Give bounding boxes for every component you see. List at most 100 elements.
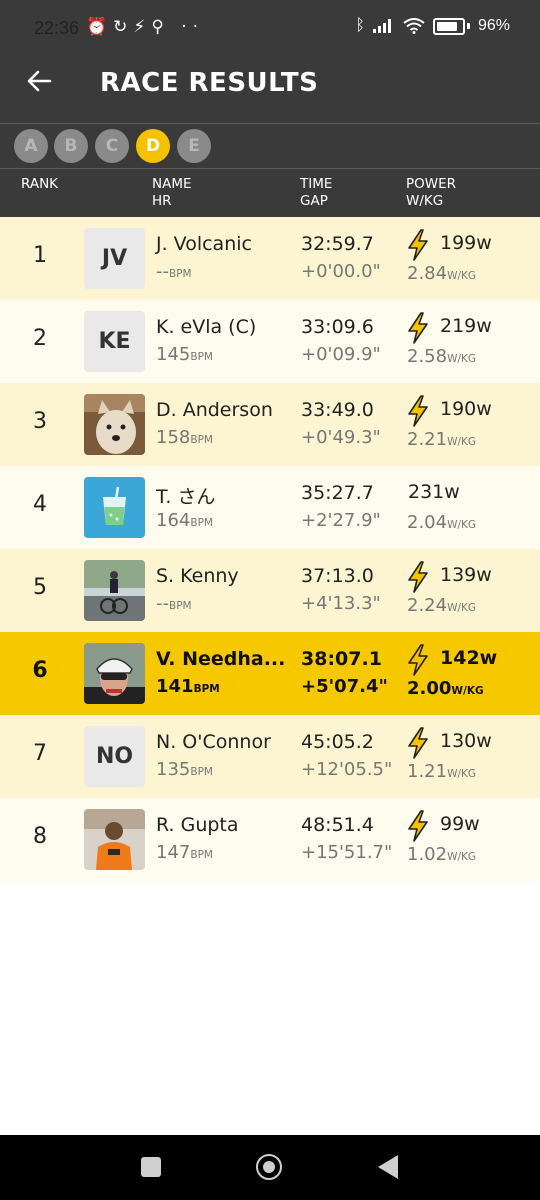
status-time: 22:36 xyxy=(34,18,80,38)
app-bar: RACE RESULTS xyxy=(0,46,540,124)
rank-value: 3 xyxy=(33,409,47,434)
battery-tip xyxy=(466,23,470,29)
result-row[interactable]: 2 KE K. eVla (C) 145BPM 33:09.6 +0'09.9"… xyxy=(0,300,540,383)
result-row[interactable]: 5 S. Kenny --BPM 37:13.0 +4'13.3" 139w 2… xyxy=(0,549,540,632)
column-headers: RANK NAME HR TIME GAP POWER W/KG xyxy=(0,169,540,217)
time-gap: +15'51.7" xyxy=(301,842,393,863)
wkg-header: W/KG xyxy=(406,193,444,209)
category-selector: A B C D E xyxy=(0,124,540,169)
status-right: ᛒ 96% xyxy=(355,17,510,35)
result-row-current-user[interactable]: 6 V. Needha... 141BPM 38:07.1 +5'07.4" 1… xyxy=(0,632,540,715)
category-c-tab[interactable]: C xyxy=(95,129,129,163)
finish-time: 35:27.7 xyxy=(301,482,374,504)
time-gap: +0'00.0" xyxy=(301,261,381,282)
power-watts: 99w xyxy=(440,813,480,835)
rider-name: N. O'Connor xyxy=(156,731,271,753)
heart-rate: --BPM xyxy=(156,261,192,282)
watts-per-kg: 2.00W/KG xyxy=(407,678,484,699)
name-header: NAME xyxy=(152,176,192,192)
heart-rate: --BPM xyxy=(156,593,192,614)
time-gap: +0'09.9" xyxy=(301,344,381,365)
power-watts: 219w xyxy=(440,315,492,337)
avatar: NO xyxy=(84,726,145,787)
gap-header: GAP xyxy=(300,193,328,209)
result-row[interactable]: 4 T. さん 164BPM 35:27.7 +2'27.9" 231w 2.0… xyxy=(0,466,540,549)
rank-value: 6 xyxy=(32,658,48,683)
signal-icon xyxy=(372,19,391,33)
time-gap: +5'07.4" xyxy=(301,676,388,697)
power-watts: 190w xyxy=(440,398,492,420)
avatar-dog-photo xyxy=(84,394,145,455)
watts-per-kg: 1.02W/KG xyxy=(407,844,477,865)
finish-time: 37:13.0 xyxy=(301,565,374,587)
rank-header[interactable]: RANK xyxy=(21,176,58,193)
power-watts: 142w xyxy=(440,647,498,669)
avatar-person-photo xyxy=(84,809,145,870)
finish-time: 38:07.1 xyxy=(301,648,382,670)
time-header: TIME xyxy=(300,176,333,192)
bluetooth-icon: ᛒ xyxy=(355,17,365,34)
heart-rate: 147BPM xyxy=(156,842,213,863)
finish-time: 32:59.7 xyxy=(301,233,374,255)
lightning-bolt-icon xyxy=(408,395,428,427)
rank-value: 5 xyxy=(33,575,47,600)
avatar-cyclist-photo xyxy=(84,560,145,621)
finish-time: 33:09.6 xyxy=(301,316,374,338)
avatar-helmet-photo xyxy=(84,643,145,704)
category-b-tab[interactable]: B xyxy=(54,129,88,163)
rank-value: 1 xyxy=(33,243,47,268)
time-gap: +4'13.3" xyxy=(301,593,381,614)
rank-value: 4 xyxy=(33,492,47,517)
avatar-drink-icon xyxy=(84,477,145,538)
result-row[interactable]: 1 JV J. Volcanic --BPM 32:59.7 +0'00.0" … xyxy=(0,217,540,300)
notification-icons: ⏰↻⚡⚲ ·· xyxy=(86,17,205,37)
rider-name: S. Kenny xyxy=(156,565,239,587)
power-watts: 130w xyxy=(440,730,492,752)
watts-per-kg: 2.58W/KG xyxy=(407,346,477,367)
back-arrow-icon[interactable] xyxy=(26,68,52,100)
category-a-tab[interactable]: A xyxy=(14,129,48,163)
watts-per-kg: 2.21W/KG xyxy=(407,429,477,450)
name-hr-header[interactable]: NAME HR xyxy=(152,176,192,210)
category-d-tab[interactable]: D xyxy=(136,129,170,163)
time-gap-header[interactable]: TIME GAP xyxy=(300,176,332,210)
rank-value: 7 xyxy=(33,741,47,766)
heart-rate: 158BPM xyxy=(156,427,213,448)
avatar: JV xyxy=(84,228,145,289)
lightning-bolt-icon xyxy=(408,727,428,759)
time-gap: +2'27.9" xyxy=(301,510,381,531)
heart-rate: 141BPM xyxy=(156,676,220,697)
system-navigation-bar xyxy=(0,1135,540,1200)
system-back-button[interactable] xyxy=(378,1155,398,1179)
result-row[interactable]: 3 D. Anderson 158BPM 33:49.0 +0'49.3" 19… xyxy=(0,383,540,466)
page-title: RACE RESULTS xyxy=(100,68,319,98)
rider-name: T. さん xyxy=(156,486,216,508)
rider-name: J. Volcanic xyxy=(156,233,252,255)
lightning-bolt-icon xyxy=(408,810,428,842)
status-bar: 22:36 ⏰↻⚡⚲ ·· ᛒ 96% xyxy=(0,0,540,46)
result-row[interactable]: 8 R. Gupta 147BPM 48:51.4 +15'51.7" 99w … xyxy=(0,798,540,881)
power-header: POWER xyxy=(406,176,457,192)
hr-header: HR xyxy=(152,193,172,209)
rider-name: V. Needha... xyxy=(156,648,286,670)
power-watts: 139w xyxy=(440,564,492,586)
results-list: 1 JV J. Volcanic --BPM 32:59.7 +0'00.0" … xyxy=(0,217,540,881)
wifi-icon xyxy=(403,18,425,34)
rank-value: 2 xyxy=(33,326,47,351)
watts-per-kg: 2.04W/KG xyxy=(407,512,477,533)
heart-rate: 145BPM xyxy=(156,344,213,365)
finish-time: 33:49.0 xyxy=(301,399,374,421)
time-gap: +12'05.5" xyxy=(301,759,393,780)
home-button[interactable] xyxy=(256,1154,282,1180)
battery-percent: 96% xyxy=(477,17,510,34)
rank-value: 8 xyxy=(33,824,47,849)
recent-apps-button[interactable] xyxy=(141,1157,161,1177)
lightning-bolt-icon xyxy=(408,561,428,593)
lightning-bolt-icon xyxy=(408,644,428,676)
power-wkg-header[interactable]: POWER W/KG xyxy=(406,176,456,210)
watts-per-kg: 2.24W/KG xyxy=(407,595,477,616)
result-row[interactable]: 7 NO N. O'Connor 135BPM 45:05.2 +12'05.5… xyxy=(0,715,540,798)
rider-name: R. Gupta xyxy=(156,814,239,836)
watts-per-kg: 1.21W/KG xyxy=(407,761,477,782)
category-e-tab[interactable]: E xyxy=(177,129,211,163)
